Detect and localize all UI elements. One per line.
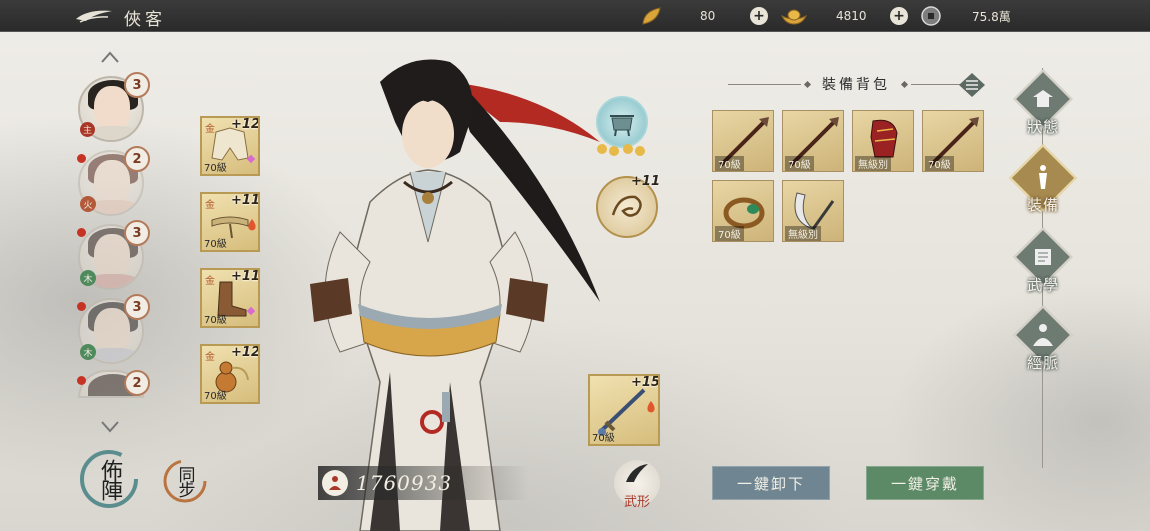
gold-leaf-value: 80: [700, 9, 716, 23]
gold-ingot-icon: [780, 9, 808, 25]
resource-copper-coin: [920, 4, 942, 28]
page-title: 俠客: [124, 10, 166, 30]
enhance-level: +12: [231, 345, 260, 360]
resource-gold-ingot: [780, 4, 808, 28]
item-level: 70級: [204, 163, 227, 174]
element-tag: 木: [80, 270, 96, 286]
meditation-icon: [322, 470, 348, 496]
sort-list-icon: [959, 73, 985, 97]
equip-slot-weapon[interactable]: +15 70級: [588, 374, 660, 446]
nav-status-label: 狀態: [1026, 118, 1059, 136]
brush-back-icon: [76, 10, 112, 23]
enhance-level: +12: [231, 117, 260, 132]
item-level: 無級別: [785, 226, 821, 241]
scroll-icon: [1030, 242, 1056, 272]
wuxing-label: 武形: [623, 495, 650, 510]
item-level: 無級別: [855, 156, 891, 171]
add-gold-ingot-button[interactable]: +: [890, 7, 908, 25]
nav-martial-arts[interactable]: 武學: [1013, 227, 1073, 312]
element-tag: 火: [80, 196, 96, 212]
combat-power-value: 1760933: [356, 471, 453, 495]
item-level: 70級: [785, 156, 814, 171]
flame-icon: [248, 219, 256, 231]
meditation-figure-icon: [1030, 320, 1056, 350]
nav-meridians-label: 經脈: [1026, 354, 1059, 372]
cauldron-icon: [610, 115, 634, 137]
bag-item[interactable]: 無級別: [782, 180, 844, 242]
gold-leaf-icon: [642, 7, 661, 25]
resource-gold-leaf: [640, 4, 664, 28]
item-level: 70級: [592, 433, 615, 444]
notification-dot: [77, 302, 86, 311]
nav-status[interactable]: 狀態: [1013, 69, 1073, 154]
star-badge: 3: [124, 220, 150, 246]
bag-title: 裝備背包: [822, 77, 890, 93]
combat-power: 1760933: [318, 466, 528, 500]
top-bar: 俠客 80 + 4810 + 75.8萬: [0, 0, 1150, 32]
item-level: 70級: [204, 315, 227, 326]
equip-slot-robe[interactable]: 金 +12 70級: [200, 116, 260, 176]
sync-label: 同步: [174, 466, 195, 496]
accessory-slot[interactable]: +11: [596, 174, 660, 238]
item-level: 70級: [715, 226, 744, 241]
nav-equipment-label: 裝備: [1026, 196, 1059, 214]
bag-item[interactable]: 70級: [712, 110, 774, 172]
dragon-emblem-icon: [611, 195, 642, 217]
enhance-level: +11: [231, 193, 260, 208]
enhance-level: +11: [631, 174, 660, 189]
notification-dot: [77, 228, 86, 237]
equip-all-button[interactable]: 一鍵穿戴: [866, 466, 984, 500]
leader-tag: 主: [80, 122, 95, 137]
hero-illustration: [310, 59, 600, 531]
equip-slot-boots[interactable]: 金 +11 70級: [200, 268, 260, 328]
roster-up-arrow-icon[interactable]: [100, 50, 120, 64]
flame-icon: [647, 401, 655, 413]
equip-slot-gourd[interactable]: 金 +12 70級: [200, 344, 260, 404]
back-button[interactable]: [74, 5, 114, 27]
nav-martial-arts-label: 武學: [1026, 276, 1059, 294]
element-tag: 木: [80, 344, 96, 360]
sync-button[interactable]: 同步: [160, 456, 210, 506]
copper-coin-value: 75.8萬: [972, 9, 1011, 24]
pavilion-icon: [1030, 84, 1056, 114]
enhance-level: +15: [631, 375, 660, 390]
unequip-all-button[interactable]: 一鍵卸下: [712, 466, 830, 500]
item-level: 70級: [204, 239, 227, 250]
item-level: 70級: [204, 391, 227, 402]
copper-coin-icon: [921, 6, 941, 26]
coin-cluster-icon: [597, 144, 645, 156]
add-gold-leaf-button[interactable]: +: [750, 7, 768, 25]
nav-equipment[interactable]: 裝備: [1009, 144, 1077, 232]
notification-dot: [77, 376, 86, 385]
star-badge: 2: [124, 370, 150, 396]
formation-button[interactable]: 佈陣: [78, 448, 140, 510]
bag-title-bar: 裝備背包: [728, 70, 984, 98]
brush-stroke-icon: [626, 464, 648, 482]
enhance-level: +11: [231, 269, 260, 284]
equip-slot-belt[interactable]: 金 +11 70級: [200, 192, 260, 252]
bag-item[interactable]: 70級: [712, 180, 774, 242]
notification-dot: [77, 154, 86, 163]
bag-item[interactable]: 70級: [782, 110, 844, 172]
item-level: 70級: [715, 156, 744, 171]
item-level: 70級: [925, 156, 954, 171]
wuxing-button[interactable]: 武形: [614, 460, 660, 510]
gold-ingot-value: 4810: [836, 9, 867, 23]
star-badge: 3: [124, 294, 150, 320]
bag-item[interactable]: 70級: [922, 110, 984, 172]
star-badge: 3: [124, 72, 150, 98]
star-badge: 2: [124, 146, 150, 172]
roster-down-arrow-icon[interactable]: [100, 420, 120, 434]
nav-meridians[interactable]: 經脈: [1013, 305, 1073, 390]
formation-label: 佈陣: [97, 459, 122, 499]
bag-sort-button[interactable]: [958, 72, 986, 98]
bag-item[interactable]: 無級別: [852, 110, 914, 172]
sword-figure-icon: [1030, 162, 1056, 192]
